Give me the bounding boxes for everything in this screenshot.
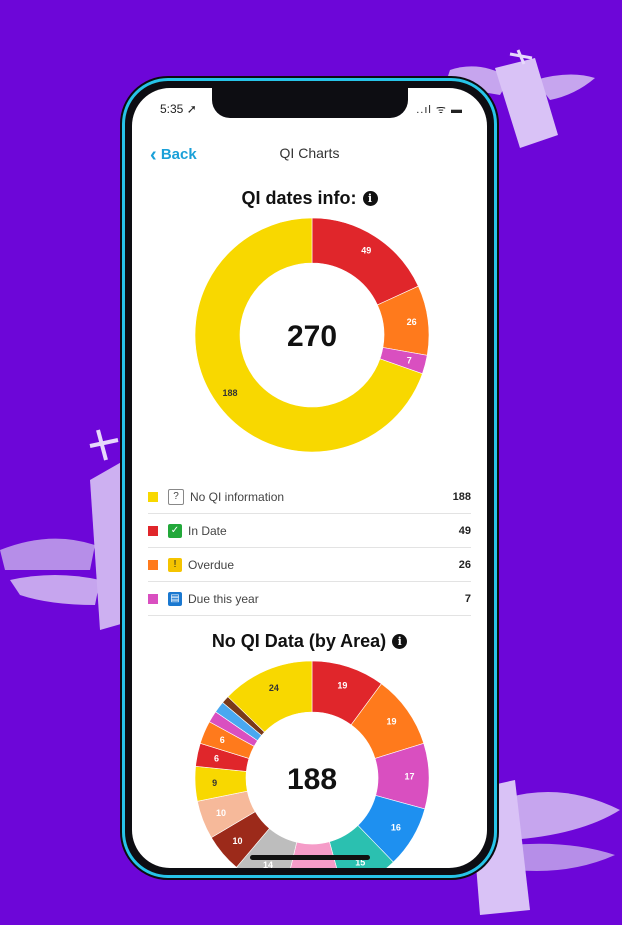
donut-slice[interactable] <box>311 218 419 306</box>
slice-data-label: 19 <box>386 716 396 726</box>
winged-note-decoration-left <box>0 429 135 630</box>
no-qi-data-title-text: No QI Data (by Area) <box>211 631 387 651</box>
slice-data-label: 7 <box>407 355 412 365</box>
legend-label: Overdue <box>188 557 235 572</box>
legend-item[interactable]: ▤ Due this year 7 <box>148 582 471 616</box>
qi-dates-donut-chart: 49 26 7 188 270 <box>195 218 429 452</box>
question-icon: ? <box>168 488 184 505</box>
slice-data-label: 17 <box>404 771 414 781</box>
legend-item[interactable]: ? No QI information 188 <box>148 480 471 514</box>
calendar-icon: ▤ <box>168 591 182 606</box>
legend-swatch <box>148 559 158 570</box>
legend-value: 7 <box>464 592 471 605</box>
slice-data-label: 10 <box>216 808 226 818</box>
legend-item[interactable]: ! Overdue 26 <box>148 548 471 582</box>
home-indicator[interactable] <box>250 855 370 860</box>
qi-dates-title-text: QI dates info: <box>241 188 357 208</box>
donut-center-total: 188 <box>287 763 337 796</box>
phone-frame: 5:35 ➚ ..ıl ᯤ ▬ ‹ Back QI Charts QI date… <box>122 78 497 878</box>
page-title: QI Charts <box>279 145 340 161</box>
legend-swatch <box>148 593 158 604</box>
slice-data-label: 49 <box>361 245 371 255</box>
warning-icon: ! <box>168 557 182 572</box>
no-qi-data-title: No QI Data (by Area) i <box>132 631 487 652</box>
legend-label: No QI information <box>190 489 285 504</box>
legend-item[interactable]: ✓ In Date 49 <box>148 514 471 548</box>
legend-swatch <box>148 491 158 502</box>
status-time: 5:35 ➚ <box>160 102 197 116</box>
notch <box>212 88 408 118</box>
slice-data-label: 188 <box>222 388 237 398</box>
legend-value: 26 <box>458 558 471 571</box>
slice-data-label: 26 <box>407 317 417 327</box>
qi-dates-title: QI dates info: i <box>132 188 487 209</box>
slice-data-label: 19 <box>337 680 347 690</box>
legend-value: 49 <box>458 524 471 537</box>
qi-dates-legend: ? No QI information 188 ✓ In Date 49! Overdue 2… <box>148 480 471 616</box>
legend-value: 188 <box>452 490 471 503</box>
status-icons: ..ıl ᯤ ▬ <box>416 104 463 116</box>
slice-data-label: 16 <box>391 823 401 833</box>
slice-data-label: 9 <box>212 778 217 788</box>
legend-swatch <box>148 525 158 536</box>
slice-data-label: 14 <box>263 860 273 868</box>
donut-center-total: 270 <box>287 320 337 353</box>
slice-data-label: 6 <box>220 735 225 745</box>
info-icon[interactable]: i <box>362 191 378 206</box>
no-qi-area-donut-chart: 19191716151514101096624188 <box>195 661 429 868</box>
legend-label: Due this year <box>188 591 259 606</box>
slice-data-label: 24 <box>269 683 279 693</box>
slice-data-label: 10 <box>233 836 243 846</box>
legend-label: In Date <box>188 523 227 538</box>
app-screen: 5:35 ➚ ..ıl ᯤ ▬ ‹ Back QI Charts QI date… <box>132 88 487 868</box>
info-icon[interactable]: i <box>392 634 408 649</box>
slice-data-label: 6 <box>214 754 219 764</box>
check-icon: ✓ <box>168 523 182 538</box>
